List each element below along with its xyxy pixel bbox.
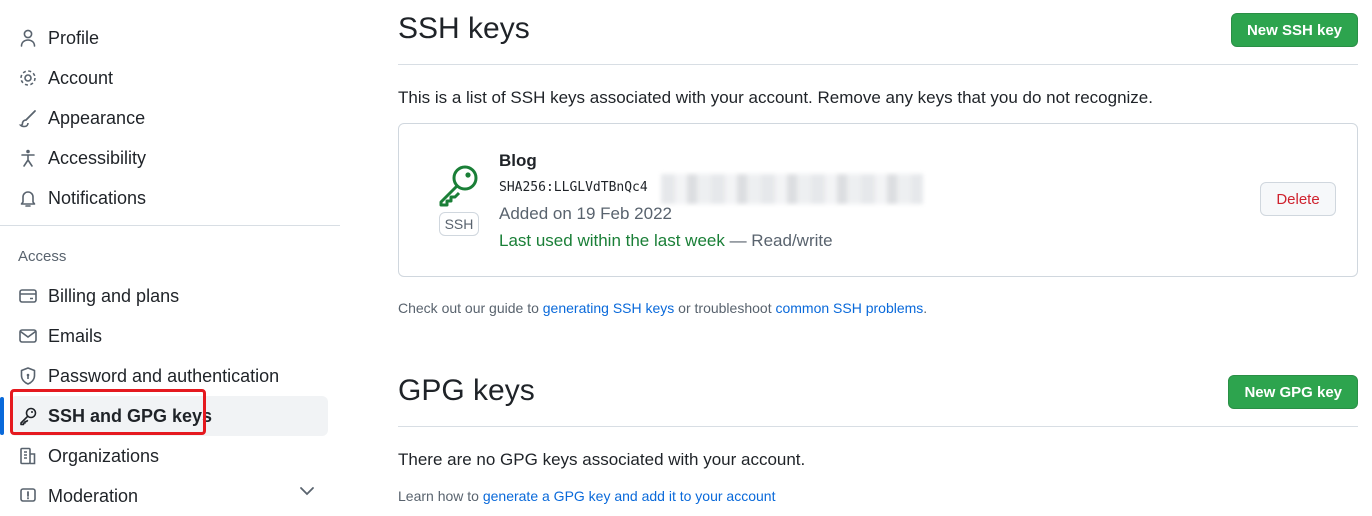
sidebar-item-label: Account: [48, 67, 114, 88]
guide-prefix: Check out our guide to: [398, 300, 543, 316]
sidebar-item-label: Notifications: [48, 187, 147, 208]
ssh-keys-title: SSH keys: [398, 12, 530, 45]
new-ssh-key-button[interactable]: New SSH key: [1230, 13, 1358, 47]
delete-key-button[interactable]: Delete: [1260, 182, 1336, 216]
sidebar-item-label: Appearance: [48, 107, 146, 128]
sidebar-item-label: Password and authentication: [48, 365, 280, 386]
generating-ssh-keys-link[interactable]: generating SSH keys: [543, 300, 675, 316]
guide-middle: or troubleshoot: [674, 300, 776, 316]
sidebar-section-access: Access: [18, 248, 67, 265]
sidebar-item-profile[interactable]: Profile: [10, 18, 328, 58]
key-icon: [437, 161, 483, 212]
paintbrush-icon: [18, 108, 38, 128]
ssh-key-item: SSH Blog SHA256:LLGLVdTBnQc4 Added on 19…: [398, 123, 1358, 277]
gpg-keys-description: There are no GPG keys associated with yo…: [398, 450, 806, 469]
common-ssh-problems-link[interactable]: common SSH problems: [775, 300, 923, 316]
settings-sidebar: Profile Account Appearance Accessibility…: [0, 0, 340, 506]
gpg-keys-title: GPG keys: [398, 374, 535, 407]
sidebar-item-label: Emails: [48, 325, 103, 346]
main-content: SSH keys New SSH key This is a list of S…: [398, 0, 1358, 504]
sidebar-item-notifications[interactable]: Notifications: [10, 178, 328, 218]
gpg-learn-text: Learn how to generate a GPG key and add …: [398, 488, 775, 504]
sidebar-item-appearance[interactable]: Appearance: [10, 98, 328, 138]
sidebar-item-organizations[interactable]: Organizations: [10, 436, 328, 476]
sidebar-item-billing[interactable]: Billing and plans: [10, 276, 328, 316]
ssh-keys-description: This is a list of SSH keys associated wi…: [398, 88, 1153, 107]
access-level: — Read/write: [724, 231, 833, 250]
sidebar-item-accessibility[interactable]: Accessibility: [10, 138, 328, 178]
shield-lock-icon: [18, 366, 38, 386]
sidebar-item-moderation[interactable]: Moderation: [10, 476, 328, 516]
redacted-fingerprint-blur: [661, 174, 923, 204]
bell-icon: [18, 188, 38, 208]
scrollbar[interactable]: [1360, 0, 1372, 498]
active-indicator: [0, 397, 4, 435]
last-used-text: Last used within the last week: [499, 231, 725, 250]
generate-gpg-key-link[interactable]: generate a GPG key and add it to your ac…: [483, 488, 776, 504]
ssh-badge: SSH: [439, 212, 479, 236]
sidebar-item-label: Moderation: [48, 485, 139, 506]
new-gpg-key-button[interactable]: New GPG key: [1228, 375, 1358, 409]
accessibility-icon: [18, 148, 38, 168]
sidebar-item-label: Organizations: [48, 445, 160, 466]
sidebar-item-label: Profile: [48, 27, 100, 48]
learn-prefix: Learn how to: [398, 488, 483, 504]
organization-icon: [18, 446, 38, 466]
chevron-down-icon[interactable]: [298, 484, 316, 502]
ssh-guide-text: Check out our guide to generating SSH ke…: [398, 300, 927, 316]
sidebar-item-label: Billing and plans: [48, 285, 180, 306]
sidebar-divider: [0, 225, 340, 226]
credit-card-icon: [18, 286, 38, 306]
section-divider: [398, 64, 1358, 65]
sidebar-item-label: Accessibility: [48, 147, 147, 168]
key-fingerprint: SHA256:LLGLVdTBnQc4: [499, 180, 648, 195]
key-title: Blog: [499, 151, 537, 170]
gear-icon: [18, 68, 38, 88]
key-last-used: Last used within the last week — Read/wr…: [499, 231, 833, 251]
section-divider: [398, 426, 1358, 427]
annotation-highlight-box: [10, 389, 206, 435]
report-icon: [18, 486, 38, 506]
key-added-date: Added on 19 Feb 2022: [499, 204, 672, 223]
mail-icon: [18, 326, 38, 346]
sidebar-item-account[interactable]: Account: [10, 58, 328, 98]
sidebar-item-emails[interactable]: Emails: [10, 316, 328, 356]
guide-suffix: .: [923, 300, 928, 316]
person-icon: [18, 28, 38, 48]
